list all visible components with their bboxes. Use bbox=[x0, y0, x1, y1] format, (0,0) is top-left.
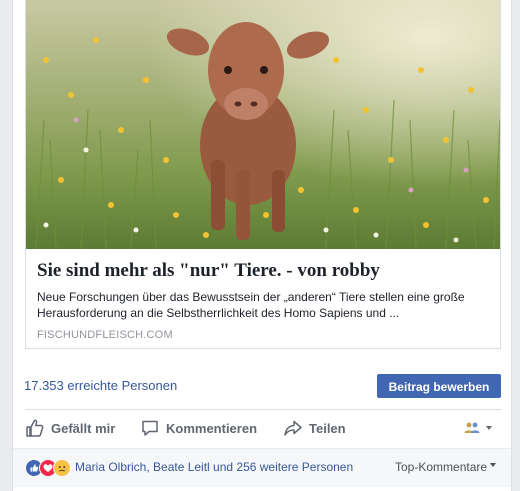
comment-icon bbox=[140, 418, 160, 438]
thumbs-up-icon bbox=[25, 418, 45, 438]
reaction-icons[interactable] bbox=[25, 459, 73, 477]
share-icon bbox=[283, 418, 303, 438]
like-label: Gefällt mir bbox=[51, 420, 116, 436]
share-label: Teilen bbox=[309, 420, 346, 436]
comment-sort-dropdown[interactable]: Top-Kommentare bbox=[395, 460, 497, 474]
link-preview-text[interactable]: Sie sind mehr als "nur" Tiere. - von rob… bbox=[26, 249, 500, 348]
chevron-down-icon bbox=[486, 426, 492, 430]
audience-selector[interactable] bbox=[463, 420, 492, 436]
link-description: Neue Forschungen über das Bewusstsein de… bbox=[37, 290, 465, 320]
friends-audience-icon bbox=[463, 421, 481, 435]
comment-button[interactable]: Kommentieren bbox=[140, 418, 257, 438]
like-button[interactable]: Gefällt mir bbox=[25, 418, 115, 438]
share-button[interactable]: Teilen bbox=[283, 418, 346, 438]
chevron-down-icon bbox=[490, 463, 497, 467]
boost-post-button[interactable]: Beitrag bewerben bbox=[377, 374, 501, 398]
reactions-bar: Maria Olbrich, Beate Leitl und 256 weite… bbox=[13, 448, 511, 487]
link-preview-card[interactable]: Sie sind mehr als "nur" Tiere. - von rob… bbox=[25, 0, 501, 349]
feed-post: Sie sind mehr als "nur" Tiere. - von rob… bbox=[12, 0, 512, 491]
comment-label: Kommentieren bbox=[166, 420, 258, 436]
link-domain: FISCHUNDFLEISCH.COM bbox=[37, 329, 173, 341]
reactors-summary-link[interactable]: Maria Olbrich, Beate Leitl und 256 weite… bbox=[75, 460, 353, 474]
post-stats-row: 17.353 erreichte Personen Beitrag bewerb… bbox=[13, 362, 511, 408]
post-actions-bar: Gefällt mir Kommentieren Teilen bbox=[13, 410, 511, 446]
reach-count-link[interactable]: 17.353 erreichte Personen bbox=[24, 378, 177, 393]
comment-sort-label: Top-Kommentare bbox=[395, 460, 488, 474]
sad-reaction-icon bbox=[53, 459, 71, 477]
link-preview-image[interactable] bbox=[26, 0, 500, 249]
link-title[interactable]: Sie sind mehr als "nur" Tiere. - von rob… bbox=[37, 260, 380, 282]
